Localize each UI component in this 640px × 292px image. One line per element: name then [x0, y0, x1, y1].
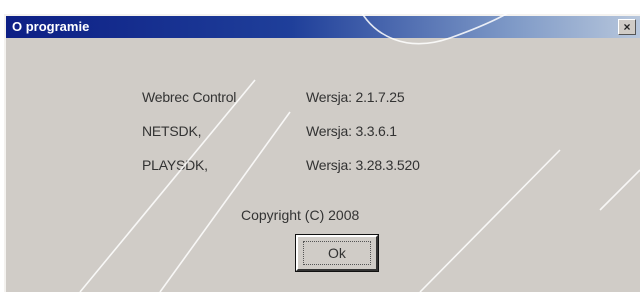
ok-button[interactable]: Ok — [295, 234, 379, 272]
close-icon: × — [623, 20, 631, 34]
component-name-webrec: Webrec Control — [142, 89, 237, 105]
component-version-webrec: Wersja: 2.1.7.25 — [306, 89, 405, 105]
focus-rect — [303, 241, 371, 265]
component-name-playsdk: PLAYSDK, — [142, 157, 208, 173]
close-button[interactable]: × — [618, 19, 636, 35]
component-version-playsdk: Wersja: 3.28.3.520 — [306, 157, 420, 173]
title-bar[interactable]: O programie × — [6, 16, 640, 38]
component-name-netsdk: NETSDK, — [142, 123, 202, 139]
component-version-netsdk: Wersja: 3.3.6.1 — [306, 123, 397, 139]
dialog-title: O programie — [12, 19, 90, 34]
copyright-text: Copyright (C) 2008 — [241, 207, 360, 223]
about-dialog: O programie × Webrec Control Wersja: 2.1… — [4, 14, 640, 292]
